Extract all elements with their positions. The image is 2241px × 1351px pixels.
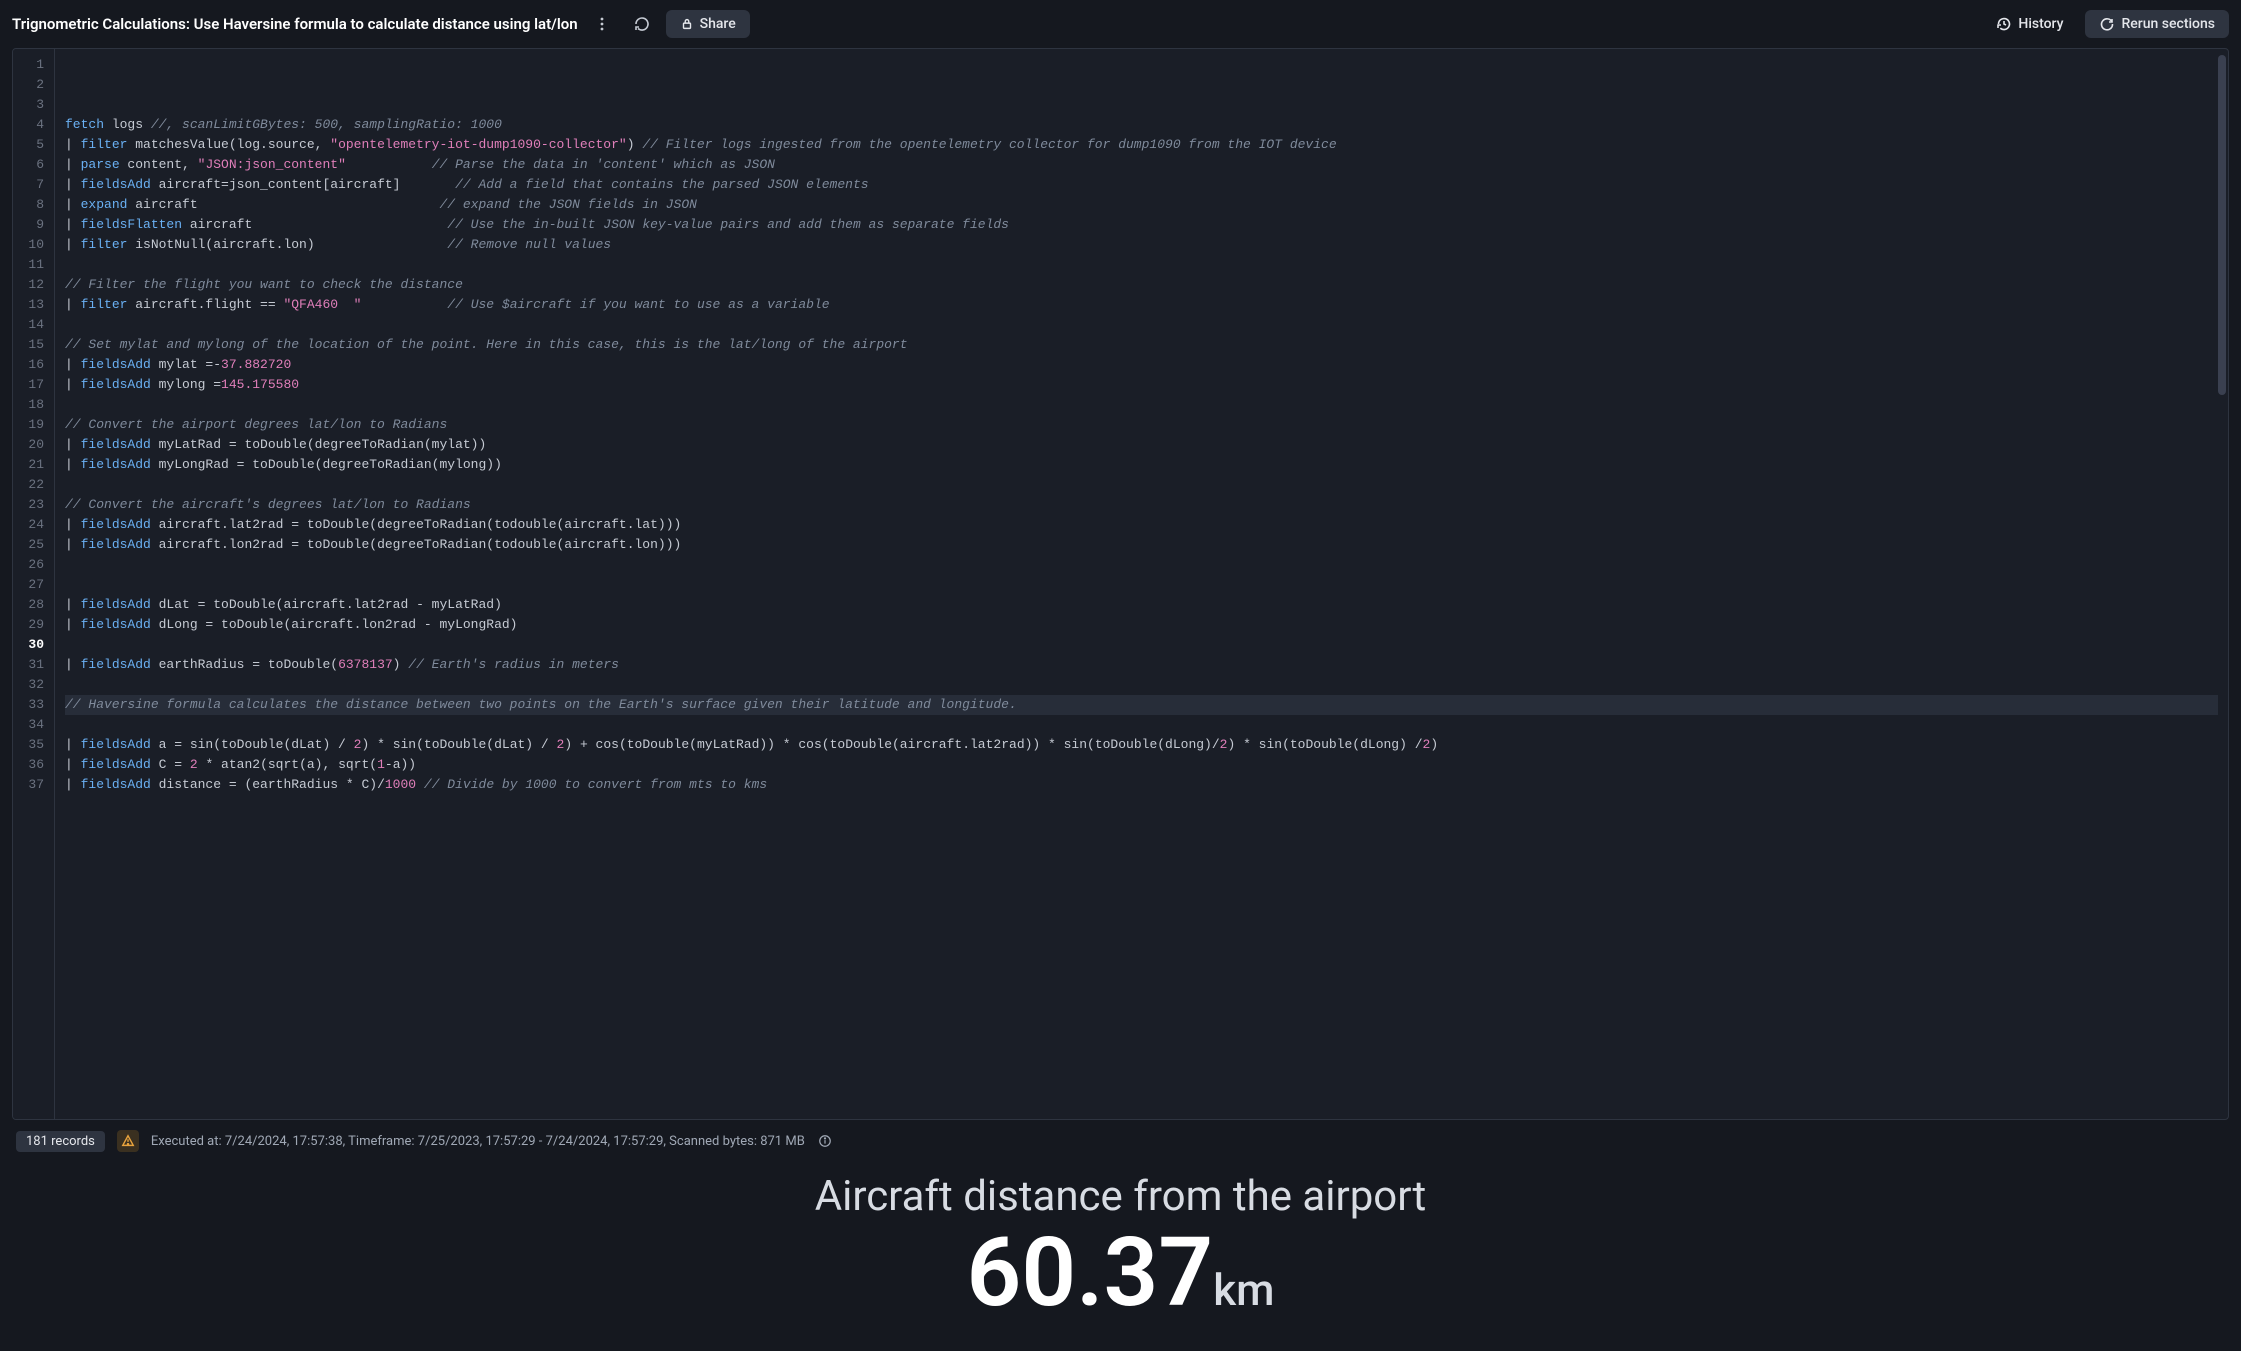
code-line[interactable] [65,795,2218,815]
code-line[interactable]: | fieldsAdd a = sin(toDouble(dLat) / 2) … [65,735,2218,755]
code-line[interactable]: | filter isNotNull(aircraft.lon) // Remo… [65,235,2218,255]
result-value: 60.37 [967,1217,1214,1329]
info-button[interactable] [817,1133,833,1149]
warning-badge[interactable] [117,1130,139,1152]
code-line[interactable] [65,635,2218,655]
history-icon [1996,16,2012,32]
code-line[interactable]: fetch logs //, scanLimitGBytes: 500, sam… [65,115,2218,135]
code-line[interactable]: // Filter the flight you want to check t… [65,275,2218,295]
code-line[interactable]: | fieldsAdd dLong = toDouble(aircraft.lo… [65,615,2218,635]
code-line[interactable] [65,675,2218,695]
code-line[interactable] [65,315,2218,335]
code-line[interactable]: | fieldsAdd aircraft.lon2rad = toDouble(… [65,535,2218,555]
page-title: Trignometric Calculations: Use Haversine… [12,15,578,33]
status-bar: 181 records Executed at: 7/24/2024, 17:5… [0,1120,2241,1162]
rerun-icon [2099,16,2115,32]
kebab-icon [594,16,610,32]
result-value-row: 60.37km [0,1225,2241,1321]
code-line[interactable]: | fieldsAdd myLongRad = toDouble(degreeT… [65,455,2218,475]
refresh-button[interactable] [626,8,658,40]
code-line[interactable]: | fieldsAdd earthRadius = toDouble(63781… [65,655,2218,675]
code-line[interactable]: | fieldsAdd mylat =-37.882720 [65,355,2218,375]
code-line[interactable]: | filter matchesValue(log.source, "opent… [65,135,2218,155]
code-line[interactable]: // Haversine formula calculates the dist… [65,695,2218,715]
code-line[interactable] [65,395,2218,415]
code-line[interactable]: | fieldsAdd C = 2 * atan2(sqrt(a), sqrt(… [65,755,2218,775]
execution-status: Executed at: 7/24/2024, 17:57:38, Timefr… [151,1134,805,1149]
code-line[interactable] [65,575,2218,595]
code-line[interactable]: | fieldsAdd distance = (earthRadius * C)… [65,775,2218,795]
share-label: Share [700,16,736,32]
code-line[interactable]: | fieldsFlatten aircraft // Use the in-b… [65,215,2218,235]
code-area[interactable]: fetch logs //, scanLimitGBytes: 500, sam… [55,49,2228,1119]
lock-icon [680,17,694,31]
code-line[interactable] [65,715,2218,735]
code-line[interactable] [65,475,2218,495]
rerun-label: Rerun sections [2121,16,2215,32]
code-line[interactable]: | fieldsAdd aircraft=json_content[aircra… [65,175,2218,195]
result-title: Aircraft distance from the airport [0,1172,2241,1221]
rerun-button[interactable]: Rerun sections [2085,10,2229,38]
code-line[interactable]: | fieldsAdd aircraft.lat2rad = toDouble(… [65,515,2218,535]
code-line[interactable]: | fieldsAdd mylong =145.175580 [65,375,2218,395]
code-line[interactable]: | fieldsAdd myLatRad = toDouble(degreeTo… [65,435,2218,455]
scrollbar[interactable] [2218,55,2226,395]
history-button[interactable]: History [1982,10,2077,38]
share-button[interactable]: Share [666,10,750,38]
code-editor[interactable]: 1234567891011121314151617181920212223242… [12,48,2229,1120]
code-line[interactable]: // Convert the aircraft's degrees lat/lo… [65,495,2218,515]
code-line[interactable]: | parse content, "JSON:json_content" // … [65,155,2218,175]
code-line[interactable]: // Set mylat and mylong of the location … [65,335,2218,355]
code-line[interactable] [65,815,2218,835]
line-gutter: 1234567891011121314151617181920212223242… [13,49,55,1119]
code-line[interactable]: // Convert the airport degrees lat/lon t… [65,415,2218,435]
code-line[interactable]: | filter aircraft.flight == "QFA460 " //… [65,295,2218,315]
code-line[interactable] [65,835,2218,855]
code-line[interactable] [65,255,2218,275]
history-label: History [2018,16,2063,32]
result-unit: km [1213,1264,1274,1316]
topbar: Trignometric Calculations: Use Haversine… [0,0,2241,48]
code-line[interactable] [65,555,2218,575]
code-line[interactable]: | expand aircraft // expand the JSON fie… [65,195,2218,215]
refresh-icon [634,16,650,32]
result-panel: Aircraft distance from the airport 60.37… [0,1162,2241,1351]
info-icon [818,1134,832,1148]
code-line[interactable]: | fieldsAdd dLat = toDouble(aircraft.lat… [65,595,2218,615]
warning-icon [121,1134,135,1148]
records-badge: 181 records [16,1131,105,1152]
menu-more-button[interactable] [586,8,618,40]
